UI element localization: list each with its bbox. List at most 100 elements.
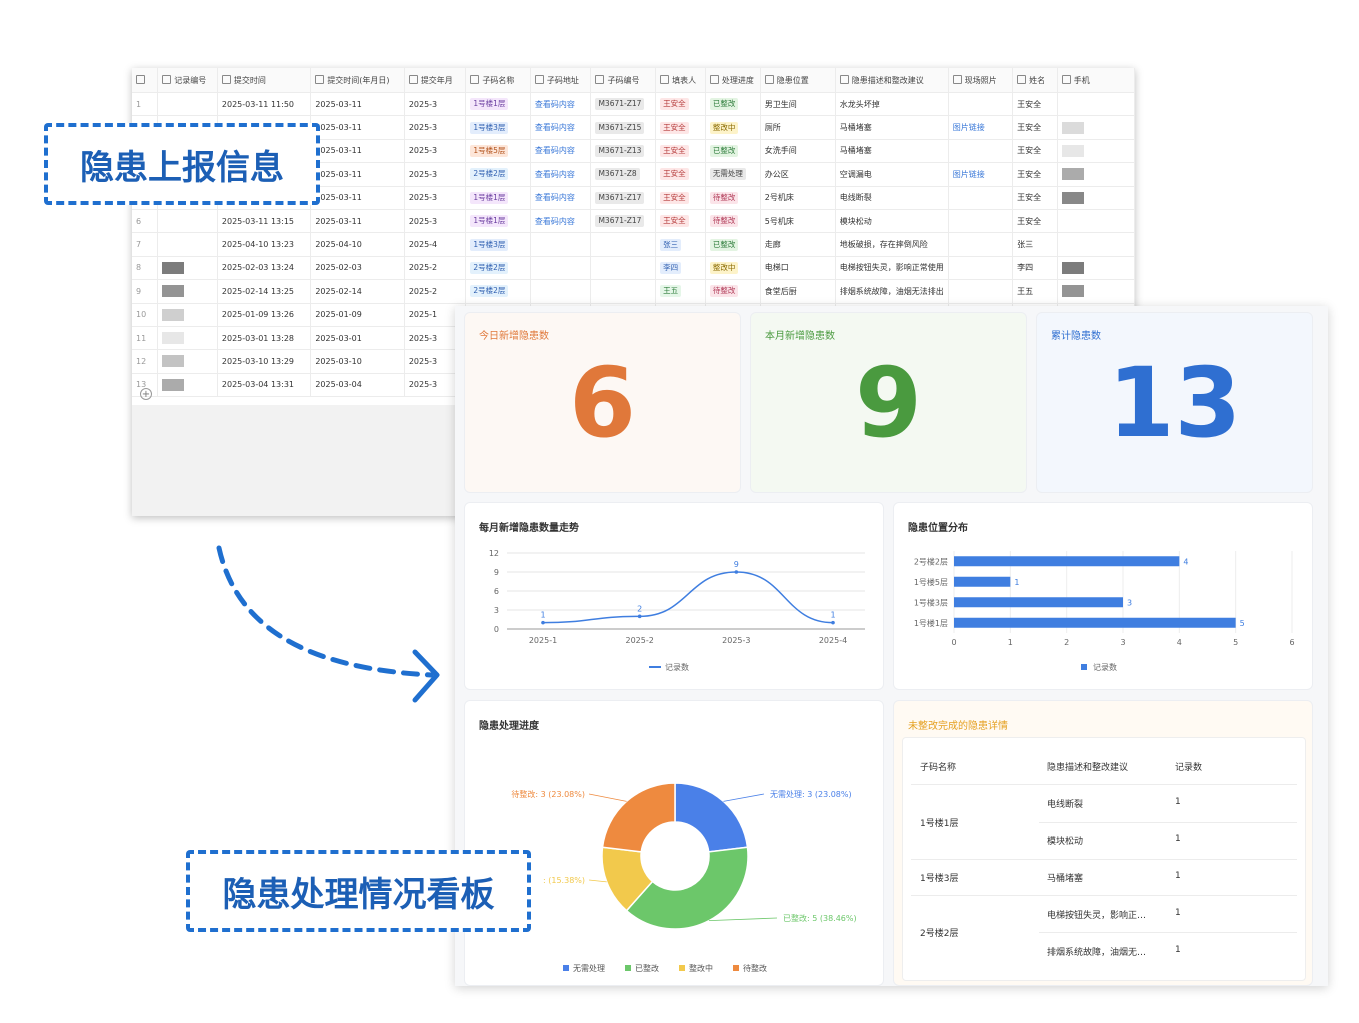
table-cell-addr[interactable]: 查看码内容 — [530, 209, 592, 234]
table-cell-date[interactable]: 2025-03-11 — [310, 115, 405, 140]
table-cell-photo[interactable] — [948, 232, 1014, 257]
table-cell-filler[interactable]: 王安全 — [655, 162, 706, 187]
table-cell-name[interactable]: 2号楼2层 — [465, 162, 531, 187]
table-row[interactable]: 1 2025-03-11 11:50 2025-03-11 2025-3 1号楼1层 查看… — [132, 92, 1135, 117]
table-cell-filler[interactable]: 王五 — [655, 279, 706, 304]
table-row[interactable]: 8 2025-02-03 13:24 2025-02-03 2025-2 2号楼2层 李四… — [132, 256, 1135, 281]
table-cell-desc[interactable]: 马桶堵塞 — [835, 139, 949, 164]
column-header[interactable]: 处理进度 — [705, 68, 761, 93]
table-row[interactable]: 9 2025-02-14 13:25 2025-02-14 2025-2 2号楼2层 王五… — [132, 279, 1135, 304]
table-cell-date[interactable]: 2025-04-10 — [310, 232, 405, 257]
table-cell-photo[interactable] — [948, 92, 1014, 117]
table-cell-date[interactable]: 2025-03-11 — [310, 162, 405, 187]
table-cell-person[interactable]: 王安全 — [1012, 209, 1058, 234]
table-cell-date[interactable]: 2025-03-11 — [310, 209, 405, 234]
table-cell-ym[interactable]: 2025-3 — [404, 209, 467, 234]
table-cell-time[interactable]: 2025-03-04 13:31 — [217, 373, 312, 398]
table-cell-code[interactable]: M3671-Z17 — [590, 92, 657, 117]
table-cell-loc[interactable]: 走廊 — [760, 232, 836, 257]
table-cell-time[interactable]: 2025-02-03 13:24 — [217, 256, 312, 281]
table-cell-person[interactable]: 王安全 — [1012, 186, 1058, 210]
table-cell-time[interactable]: 2025-03-01 13:28 — [217, 326, 312, 351]
table-cell-date[interactable]: 2025-02-03 — [310, 256, 405, 281]
table-cell-loc[interactable]: 电梯口 — [760, 256, 836, 281]
table-cell-loc[interactable]: 女洗手间 — [760, 139, 836, 164]
table-cell-person[interactable]: 张三 — [1012, 232, 1058, 257]
table-cell-person[interactable]: 王安全 — [1012, 115, 1058, 140]
table-cell-addr[interactable]: 查看码内容 — [530, 139, 592, 164]
table-cell-filler[interactable]: 张三 — [655, 232, 706, 257]
table-cell-date[interactable]: 2025-03-11 — [310, 139, 405, 164]
column-header[interactable]: 记录编号 — [157, 68, 218, 93]
table-cell-progress[interactable]: 已整改 — [705, 92, 761, 117]
table-cell-filler[interactable]: 王安全 — [655, 186, 706, 210]
table-cell-blank[interactable] — [157, 256, 218, 281]
column-header[interactable]: 填表人 — [655, 68, 706, 93]
table-cell-n[interactable]: 9 — [132, 279, 159, 304]
table-cell-blank[interactable] — [157, 232, 218, 257]
table-cell-person[interactable]: 王安全 — [1012, 92, 1058, 117]
table-cell-loc[interactable]: 5号机床 — [760, 209, 836, 234]
table-cell-desc[interactable]: 空调漏电 — [835, 162, 949, 187]
column-header[interactable]: 现场照片 — [948, 68, 1014, 93]
table-cell-blank[interactable] — [157, 209, 218, 234]
table-cell-desc[interactable]: 马桶堵塞 — [835, 115, 949, 140]
table-cell-progress[interactable]: 待整改 — [705, 186, 761, 210]
table-cell-photo[interactable] — [948, 186, 1014, 210]
table-cell-date[interactable]: 2025-01-09 — [310, 303, 405, 327]
table-cell-addr[interactable]: 查看码内容 — [530, 115, 592, 140]
table-cell-ym[interactable]: 2025-2 — [404, 256, 467, 281]
column-header[interactable]: 隐患描述和整改建议 — [835, 68, 949, 93]
select-all-checkbox[interactable] — [132, 68, 159, 93]
table-cell-n[interactable]: 1 — [132, 92, 159, 117]
table-cell-photo[interactable] — [948, 139, 1014, 164]
table-cell-code[interactable]: M3671-Z13 — [590, 139, 657, 164]
table-cell-blank[interactable] — [1057, 256, 1135, 281]
table-cell-date[interactable]: 2025-03-11 — [310, 92, 405, 117]
table-cell-filler[interactable]: 王安全 — [655, 139, 706, 164]
table-cell-code[interactable]: M3671-Z17 — [590, 186, 657, 210]
table-cell-blank[interactable] — [157, 373, 218, 398]
table-cell-photo[interactable]: 图片链接 — [948, 162, 1014, 187]
table-cell-blank[interactable] — [157, 92, 218, 117]
table-cell-date[interactable]: 2025-03-11 — [310, 186, 405, 210]
table-cell-name[interactable]: 1号楼3层 — [465, 232, 531, 257]
table-cell-desc[interactable]: 电梯按钮失灵，影响正常使用 — [835, 256, 949, 281]
table-cell-photo[interactable]: 图片链接 — [948, 115, 1014, 140]
table-cell-code[interactable] — [590, 279, 657, 304]
table-cell-progress[interactable]: 无需处理 — [705, 162, 761, 187]
table-cell-ym[interactable]: 2025-2 — [404, 279, 467, 304]
table-cell-ym[interactable]: 2025-3 — [404, 115, 467, 140]
table-cell-time[interactable]: 2025-02-14 13:25 — [217, 279, 312, 304]
table-cell-filler[interactable]: 王安全 — [655, 115, 706, 140]
table-cell-progress[interactable]: 整改中 — [705, 256, 761, 281]
table-cell-n[interactable]: 7 — [132, 232, 159, 257]
table-cell-name[interactable]: 1号楼1层 — [465, 209, 531, 234]
table-cell-date[interactable]: 2025-03-01 — [310, 326, 405, 351]
table-cell-progress[interactable]: 待整改 — [705, 209, 761, 234]
table-cell-loc[interactable]: 办公区 — [760, 162, 836, 187]
table-cell-loc[interactable]: 2号机床 — [760, 186, 836, 210]
table-cell-date[interactable]: 2025-03-04 — [310, 373, 405, 398]
table-cell-addr[interactable]: 查看码内容 — [530, 92, 592, 117]
column-header[interactable]: 提交时间 — [217, 68, 312, 93]
table-cell-person[interactable]: 李四 — [1012, 256, 1058, 281]
table-cell-n[interactable]: 11 — [132, 326, 159, 351]
table-cell-blank[interactable] — [157, 326, 218, 351]
table-cell-blank[interactable] — [157, 279, 218, 304]
table-cell-code[interactable]: M3671-Z17 — [590, 209, 657, 234]
table-cell-addr[interactable] — [530, 232, 592, 257]
table-cell-n[interactable]: 10 — [132, 303, 159, 327]
table-row[interactable]: 6 2025-03-11 13:15 2025-03-11 2025-3 1号楼1层 查看… — [132, 209, 1135, 234]
table-cell-loc[interactable]: 食堂后厨 — [760, 279, 836, 304]
table-cell-name[interactable]: 2号楼2层 — [465, 279, 531, 304]
table-cell-filler[interactable]: 李四 — [655, 256, 706, 281]
table-cell-name[interactable]: 1号楼1层 — [465, 186, 531, 210]
column-header[interactable]: 子码名称 — [465, 68, 531, 93]
table-cell-ym[interactable]: 2025-3 — [404, 139, 467, 164]
column-header[interactable]: 提交年月 — [404, 68, 467, 93]
column-header[interactable]: 姓名 — [1012, 68, 1058, 93]
table-cell-progress[interactable]: 待整改 — [705, 279, 761, 304]
table-cell-loc[interactable]: 厕所 — [760, 115, 836, 140]
plus-circle-icon[interactable]: + — [140, 388, 152, 400]
